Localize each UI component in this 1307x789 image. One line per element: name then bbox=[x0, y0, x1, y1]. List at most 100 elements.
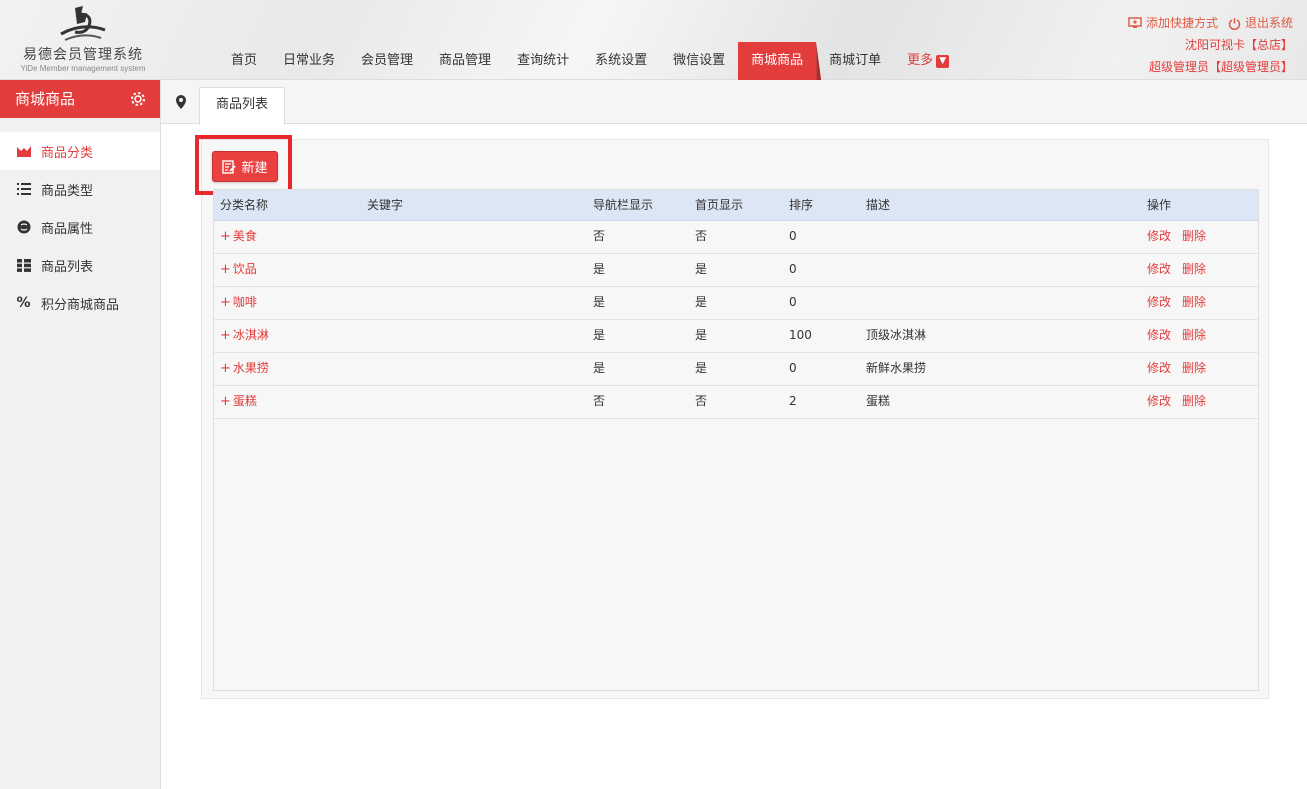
category-name-link[interactable]: + 咖啡 bbox=[220, 287, 257, 318]
category-table: 分类名称 关键字 导航栏显示 首页显示 排序 描述 操作 + 美食否否 0 修改 删除 +… bbox=[213, 189, 1259, 691]
nav-more[interactable]: 更多 ▼ bbox=[894, 42, 962, 80]
cell-sort: 0 bbox=[789, 229, 797, 243]
nav-home[interactable]: 首页 bbox=[218, 42, 270, 80]
cell-nav-display: 是 bbox=[593, 361, 606, 375]
sidebar-item-label: 商品类型 bbox=[41, 183, 94, 199]
cell-home-display: 是 bbox=[695, 328, 708, 342]
cell-nav-display: 否 bbox=[593, 229, 606, 243]
table-row[interactable]: + 美食 否 否 0 修改 删除 bbox=[214, 221, 1258, 254]
sidebar-menu: 商品分类 商品类型 商品属性 商品列表 % 积分商城商品 bbox=[0, 132, 160, 322]
sidebar-item-label: 积分商城商品 bbox=[41, 297, 120, 313]
expand-icon[interactable]: + bbox=[220, 295, 231, 310]
nav-query-statistics[interactable]: 查询统计 bbox=[504, 42, 582, 80]
user-role: 超级管理员【超级管理员】 bbox=[1148, 60, 1293, 74]
cell-sort: 0 bbox=[789, 262, 797, 276]
nav-wechat-settings[interactable]: 微信设置 bbox=[660, 42, 738, 80]
cell-actions: 修改 删除 bbox=[1147, 221, 1217, 252]
cell-actions: 修改 删除 bbox=[1147, 386, 1217, 417]
cell-description: 顶级冰淇淋 bbox=[866, 328, 927, 342]
grid-icon bbox=[16, 258, 31, 273]
logo-icon bbox=[60, 6, 106, 41]
cell-home-display: 是 bbox=[695, 361, 708, 375]
cell-description: 新鲜水果捞 bbox=[866, 361, 927, 375]
cell-actions: 修改 删除 bbox=[1147, 320, 1217, 351]
table-row[interactable]: + 饮品 是 是 0 修改 删除 bbox=[214, 254, 1258, 287]
sidebar-item-label: 商品属性 bbox=[41, 221, 94, 237]
sidebar-title: 商城商品 bbox=[15, 90, 76, 108]
table-body: + 美食否否 0 修改 删除 + 饮品是是 0 修改 删除 + 咖啡是是 0 修改 删除 + 冰淇淋是是 100 顶… bbox=[214, 221, 1258, 419]
expand-icon[interactable]: + bbox=[220, 229, 231, 244]
edit-link[interactable]: 修改 bbox=[1147, 262, 1171, 276]
column-header-keyword[interactable]: 关键字 bbox=[367, 190, 403, 221]
user-info: 添加快捷方式 退出系统 沈阳可视卡【总店】 超级管理员【超级管理员】 bbox=[1128, 12, 1293, 78]
table-header: 分类名称 关键字 导航栏显示 首页显示 排序 描述 操作 bbox=[214, 190, 1258, 221]
cell-actions: 修改 删除 bbox=[1147, 254, 1217, 285]
edit-link[interactable]: 修改 bbox=[1147, 295, 1171, 309]
category-name-link[interactable]: + 水果捞 bbox=[220, 353, 269, 384]
category-name: 饮品 bbox=[232, 262, 257, 276]
expand-icon[interactable]: + bbox=[220, 394, 231, 409]
cell-sort: 0 bbox=[789, 361, 797, 375]
column-header-actions: 操作 bbox=[1147, 198, 1172, 212]
category-name: 冰淇淋 bbox=[232, 328, 269, 342]
edit-link[interactable]: 修改 bbox=[1147, 229, 1171, 243]
table-row[interactable]: + 蛋糕否否 2 蛋糕 修改 删除 bbox=[214, 386, 1258, 419]
edit-link[interactable]: 修改 bbox=[1147, 361, 1171, 375]
nav-daily-business[interactable]: 日常业务 bbox=[270, 42, 348, 80]
column-header-home-display[interactable]: 首页显示 bbox=[695, 190, 743, 221]
column-header-nav-display[interactable]: 导航栏显示 bbox=[593, 190, 653, 221]
sidebar-header: 商城商品 bbox=[0, 80, 160, 118]
logout-label: 退出系统 bbox=[1244, 16, 1293, 30]
cell-nav-display: 是 bbox=[593, 262, 606, 276]
sidebar-item-label: 商品分类 bbox=[41, 145, 94, 161]
delete-link[interactable]: 删除 bbox=[1182, 394, 1206, 408]
tab-product-list[interactable]: 商品列表 bbox=[199, 87, 286, 125]
add-shortcut-link[interactable]: 添加快捷方式 bbox=[1128, 12, 1218, 34]
nav-system-settings[interactable]: 系统设置 bbox=[582, 42, 660, 80]
sidebar-item-product-attribute[interactable]: 商品属性 bbox=[0, 208, 160, 246]
edit-doc-icon bbox=[222, 159, 237, 174]
nav-product-management[interactable]: 商品管理 bbox=[426, 42, 504, 80]
expand-icon[interactable]: + bbox=[220, 361, 231, 376]
edit-link[interactable]: 修改 bbox=[1147, 394, 1171, 408]
category-name-link[interactable]: + 饮品 bbox=[220, 254, 257, 285]
table-row[interactable]: + 冰淇淋 是 是 100 顶级冰淇淋 修改 删除 bbox=[214, 320, 1258, 353]
delete-link[interactable]: 删除 bbox=[1182, 328, 1206, 342]
column-header-description[interactable]: 描述 bbox=[866, 190, 890, 221]
brand-name: 易德会员管理系统 bbox=[23, 47, 143, 63]
table-row[interactable]: + 水果捞 是 是 0 新鲜水果捞 修改 删除 bbox=[214, 353, 1258, 386]
logout-link[interactable]: 退出系统 bbox=[1228, 12, 1293, 34]
category-name-link[interactable]: + 蛋糕 bbox=[220, 386, 257, 417]
power-icon bbox=[1228, 17, 1241, 30]
sidebar-item-product-list[interactable]: 商品列表 bbox=[0, 246, 160, 284]
delete-link[interactable]: 删除 bbox=[1182, 295, 1206, 309]
logo[interactable]: 易德会员管理系统 YiDe Member management system bbox=[8, 4, 158, 78]
location-pin-icon bbox=[176, 95, 186, 109]
delete-link[interactable]: 删除 bbox=[1182, 361, 1206, 375]
nav-member-management[interactable]: 会员管理 bbox=[348, 42, 426, 80]
expand-icon[interactable]: + bbox=[220, 262, 231, 277]
store-name: 沈阳可视卡【总店】 bbox=[1184, 38, 1293, 52]
new-button[interactable]: 新建 bbox=[212, 151, 278, 182]
table-row[interactable]: + 咖啡 是 是 0 修改 删除 bbox=[214, 287, 1258, 320]
sidebar-item-product-type[interactable]: 商品类型 bbox=[0, 170, 160, 208]
sidebar-item-product-category[interactable]: 商品分类 bbox=[0, 132, 160, 170]
percent-icon: % bbox=[16, 295, 31, 311]
gear-icon[interactable] bbox=[130, 91, 146, 107]
delete-link[interactable]: 删除 bbox=[1182, 229, 1206, 243]
chart-icon bbox=[16, 144, 31, 159]
cell-sort: 0 bbox=[789, 295, 797, 309]
column-header-name[interactable]: 分类名称 bbox=[220, 190, 268, 221]
column-header-sort[interactable]: 排序 bbox=[789, 190, 813, 221]
expand-icon[interactable]: + bbox=[220, 328, 231, 343]
nav-mall-products[interactable]: 商城商品 bbox=[738, 42, 817, 80]
category-name-link[interactable]: + 冰淇淋 bbox=[220, 320, 269, 351]
cell-home-display: 是 bbox=[695, 295, 708, 309]
edit-link[interactable]: 修改 bbox=[1147, 328, 1171, 342]
delete-link[interactable]: 删除 bbox=[1182, 262, 1206, 276]
category-name-link[interactable]: + 美食 bbox=[220, 221, 257, 252]
nav-mall-orders[interactable]: 商城订单 bbox=[816, 42, 894, 80]
monitor-icon bbox=[1128, 17, 1142, 28]
sidebar: 商城商品 商品分类 商品类型 商品属性 商品列表 % 积分商城商品 bbox=[0, 80, 161, 789]
sidebar-item-points-mall[interactable]: % 积分商城商品 bbox=[0, 284, 160, 322]
